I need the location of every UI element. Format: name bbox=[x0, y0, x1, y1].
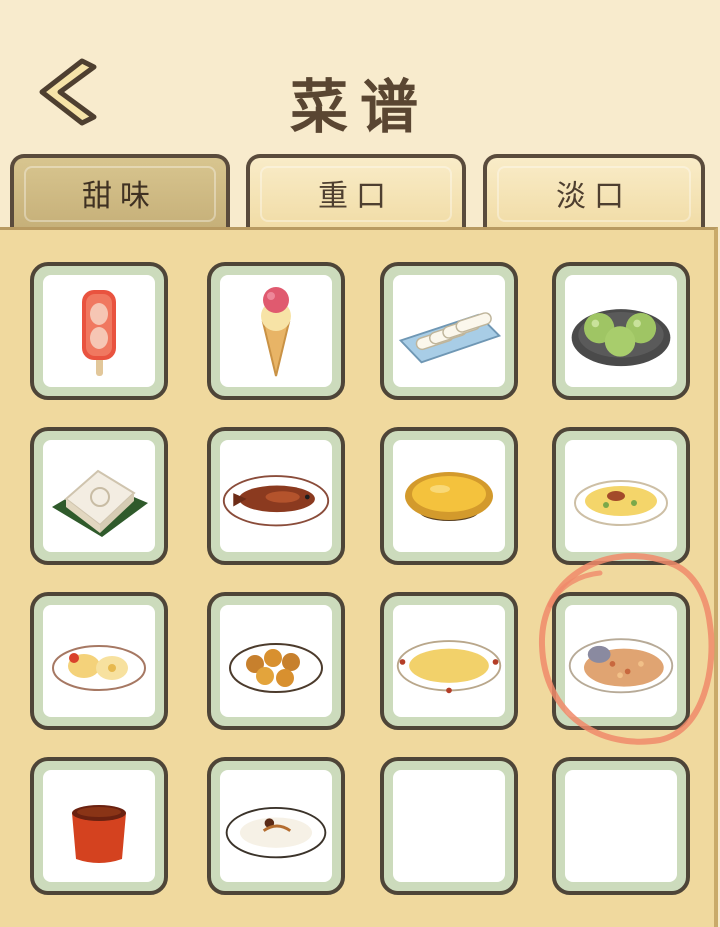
recipe-slot-glazed-dumplings[interactable] bbox=[207, 592, 345, 730]
recipe-slot-egg-tart[interactable] bbox=[380, 427, 518, 565]
tab-label: 重口 bbox=[318, 179, 394, 214]
recipe-slot-empty[interactable] bbox=[552, 757, 690, 895]
custard-soup-icon bbox=[396, 640, 502, 694]
green-rice-balls-icon bbox=[571, 309, 671, 367]
recipe-slot-fried-rice-dish[interactable] bbox=[552, 592, 690, 730]
recipe-slot-empty[interactable] bbox=[380, 757, 518, 895]
page-title: 菜谱 bbox=[289, 73, 430, 141]
recipe-slot-rice-pudding[interactable] bbox=[207, 757, 345, 895]
omelette-icon bbox=[574, 480, 668, 526]
recipe-slot-rice-rolls[interactable] bbox=[380, 262, 518, 400]
recipe-slot-jelly-cup[interactable] bbox=[30, 757, 168, 895]
recipe-slot-green-rice-balls[interactable] bbox=[552, 262, 690, 400]
recipe-slot-rice-cake-on-leaf[interactable] bbox=[30, 427, 168, 565]
rice-cake-on-leaf-icon bbox=[52, 469, 148, 537]
egg-tart-icon bbox=[405, 472, 493, 521]
pastries-plate-icon bbox=[52, 645, 146, 691]
rice-rolls-icon bbox=[398, 312, 502, 364]
fried-rice-dish-icon bbox=[568, 638, 674, 694]
jelly-cup-icon bbox=[72, 805, 126, 863]
recipe-slot-custard-soup[interactable] bbox=[380, 592, 518, 730]
recipe-slot-ice-cream-cone[interactable] bbox=[207, 262, 345, 400]
strawberry-popsicle-icon bbox=[82, 290, 116, 376]
recipe-slot-pastries-plate[interactable] bbox=[30, 592, 168, 730]
recipe-slot-omelette[interactable] bbox=[552, 427, 690, 565]
braised-fish-icon bbox=[222, 475, 330, 527]
tab-light[interactable]: 淡口 bbox=[483, 154, 705, 228]
tab-strong[interactable]: 重口 bbox=[246, 154, 466, 228]
tab-sweet[interactable]: 甜味 bbox=[10, 154, 230, 228]
recipe-slot-strawberry-popsicle[interactable] bbox=[30, 262, 168, 400]
ice-cream-cone-icon bbox=[261, 287, 291, 377]
tab-label: 淡口 bbox=[556, 179, 632, 214]
recipe-slot-braised-fish[interactable] bbox=[207, 427, 345, 565]
tab-label: 甜味 bbox=[82, 179, 158, 214]
glazed-dumplings-icon bbox=[229, 643, 323, 693]
rice-pudding-icon bbox=[225, 807, 327, 859]
